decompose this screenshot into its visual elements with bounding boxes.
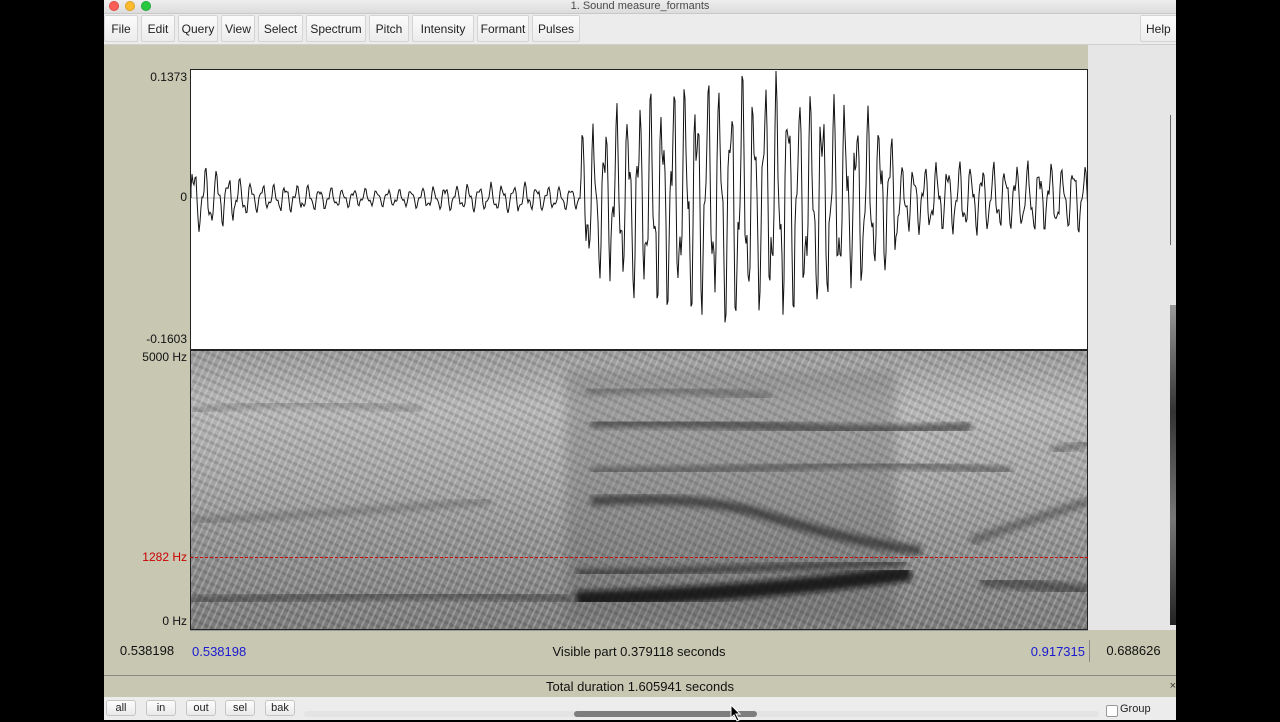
right-outside-time[interactable]: 0.688626	[1089, 640, 1176, 662]
menu-spectrum[interactable]: Spectrum	[306, 15, 366, 42]
zoom-all-button[interactable]: all	[106, 700, 136, 716]
menu-edit[interactable]: Edit	[141, 15, 175, 42]
bottom-control-bar: all in out sel bak Group	[104, 697, 1176, 720]
spectrogram-fmax-label: 5000 Hz	[142, 350, 187, 364]
zoom-back-button[interactable]: bak	[265, 700, 295, 716]
visible-end-time: 0.917315	[1030, 644, 1085, 659]
visible-part-row: 0.538198 0.538198 Visible part 0.379118 …	[104, 630, 1176, 672]
waveform-yzero-label: 0	[180, 190, 187, 204]
waveform-ymax-label: 0.1373	[150, 70, 187, 84]
praat-sound-editor-window: 1. Sound measure_formants File Edit Quer…	[104, 0, 1176, 720]
waveform-trace	[191, 70, 1087, 323]
waveform-ymin-label: -0.1603	[146, 332, 187, 346]
menu-file[interactable]: File	[104, 15, 138, 42]
mouse-pointer-icon	[730, 704, 742, 722]
zoom-selection-button[interactable]: sel	[225, 700, 255, 716]
visible-part-label: Visible part 0.379118 seconds	[552, 644, 726, 659]
right-overview-panel	[1088, 45, 1176, 630]
menu-help[interactable]: Help	[1140, 15, 1176, 42]
menu-bar: File Edit Query View Select Spectrum Pit…	[104, 14, 1176, 45]
menu-select[interactable]: Select	[258, 15, 303, 42]
spectrogram-cursor-frequency-label: 1282 Hz	[142, 550, 187, 564]
visible-part-cell[interactable]: 0.538198 Visible part 0.379118 seconds 0…	[190, 630, 1088, 672]
title-bar[interactable]: 1. Sound measure_formants	[104, 0, 1176, 14]
menu-query[interactable]: Query	[178, 15, 218, 42]
time-scrollbar[interactable]	[304, 711, 1099, 717]
spectrogram-graphic	[191, 371, 1087, 621]
spectrogram-panel[interactable]	[190, 350, 1088, 630]
total-duration-label: Total duration 1.605941 seconds	[546, 679, 734, 694]
waveform-graphic	[191, 70, 1087, 323]
menu-view[interactable]: View	[221, 15, 255, 42]
menu-intensity[interactable]: Intensity	[412, 15, 474, 42]
close-arrow-icon: ×	[1169, 680, 1176, 692]
adjacent-window-spectrogram	[1170, 305, 1176, 625]
menu-pitch[interactable]: Pitch	[369, 15, 409, 42]
group-checkbox[interactable]	[1106, 705, 1118, 717]
waveform-panel[interactable]	[190, 69, 1088, 350]
group-label: Group	[1120, 703, 1151, 715]
window-title: 1. Sound measure_formants	[570, 0, 710, 12]
spectrogram-fmin-label: 0 Hz	[162, 614, 187, 628]
time-bar: 0.538198 0.538198 Visible part 0.379118 …	[104, 630, 1176, 675]
menu-pulses[interactable]: Pulses	[532, 15, 580, 42]
total-duration-bar[interactable]: Total duration 1.605941 seconds ×	[104, 675, 1176, 698]
adjacent-window-waveform	[1170, 115, 1176, 245]
left-outside-time[interactable]: 0.538198	[104, 640, 191, 662]
menu-formant[interactable]: Formant	[477, 15, 529, 42]
frequency-cursor-line	[190, 557, 1088, 558]
zoom-out-button[interactable]: out	[186, 700, 216, 716]
zoom-in-button[interactable]: in	[146, 700, 176, 716]
